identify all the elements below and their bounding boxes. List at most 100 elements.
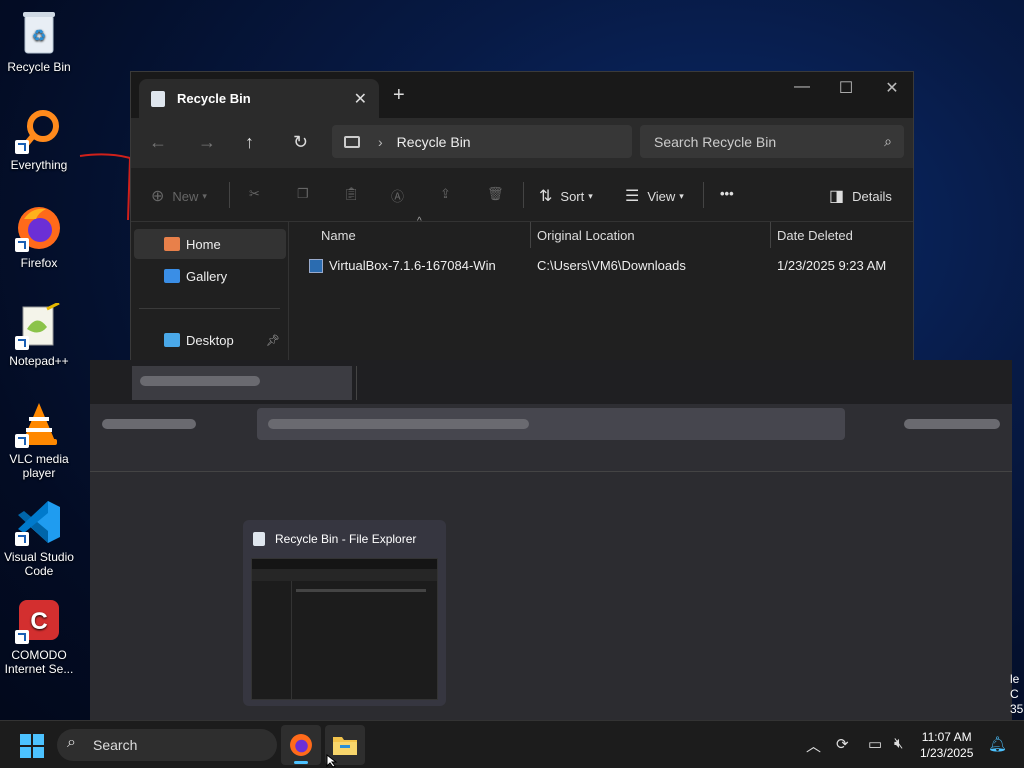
view-button[interactable]: ☰ View ▾ (625, 186, 684, 206)
view-icon: ☰ (625, 188, 640, 205)
file-original-location: C:\Users\VM6\Downloads (537, 258, 686, 273)
tab-recycle-bin[interactable]: Recycle Bin ✕ (139, 79, 379, 118)
firefox-icon (290, 734, 312, 756)
desktop-icon-label: Visual Studio Code (4, 550, 74, 578)
close-button[interactable]: ✕ (869, 78, 915, 98)
column-header-date-deleted[interactable]: Date Deleted (777, 228, 853, 243)
share-icon[interactable]: ⇪ (440, 186, 451, 202)
desktop-icon-firefox[interactable]: Firefox (0, 204, 78, 270)
desktop-icon-label: Notepad++ (9, 354, 69, 368)
file-name: VirtualBox-7.1.6-167084-Win (329, 258, 496, 273)
column-divider[interactable] (530, 222, 531, 248)
installer-file-icon (309, 259, 323, 273)
placeholder-bar (102, 419, 196, 429)
chevron-down-icon: ▾ (588, 190, 593, 201)
notepad-plus-plus-icon (15, 302, 63, 350)
pin-icon: 📌︎ (266, 334, 280, 347)
placeholder-body: Recycle Bin - File Explorer (90, 472, 1012, 720)
column-divider[interactable] (770, 222, 771, 248)
desktop-icon-label: Firefox (20, 256, 58, 270)
refresh-icon[interactable]: ↻ (293, 132, 308, 153)
taskbar-firefox[interactable] (281, 725, 321, 765)
desktop-icon-label: COMODO Internet Se... (4, 648, 74, 676)
new-button[interactable]: ⊕ New ▾ (151, 186, 207, 206)
copy-icon[interactable]: ❐ (297, 186, 309, 202)
search-icon: ⌕ (884, 133, 892, 149)
nav-item-gallery[interactable]: Gallery (134, 261, 286, 291)
details-button[interactable]: ◨ Details (829, 186, 892, 206)
thumbnail-preview (251, 558, 438, 700)
file-date-deleted: 1/23/2025 9:23 AM (777, 258, 887, 273)
close-tab-icon[interactable]: ✕ (354, 89, 367, 109)
desktop-icon-vscode[interactable]: Visual Studio Code (0, 498, 78, 578)
network-icon[interactable]: ▭ (868, 735, 882, 753)
window-preview-overlay: Recycle Bin - File Explorer (90, 360, 1012, 720)
notification-bell-icon[interactable]: 🔔︎ (988, 735, 1007, 753)
delete-icon[interactable]: 🗑︎ (487, 186, 504, 202)
chevron-right-icon: › (378, 133, 383, 150)
nav-label: Gallery (186, 268, 228, 284)
minimize-button[interactable]: — (779, 78, 825, 96)
mini-row (296, 589, 426, 592)
search-placeholder: Search Recycle Bin (654, 133, 777, 150)
recycle-bin-icon (151, 90, 165, 107)
shortcut-arrow-icon (15, 630, 29, 644)
content-area: Home Gallery Desktop 📌︎ Name ^ Original … (131, 216, 913, 370)
show-hidden-icons-chevron-icon[interactable]: ︿ (806, 735, 821, 756)
shortcut-arrow-icon (15, 532, 29, 546)
sort-caret-icon: ^ (417, 216, 422, 227)
paste-icon[interactable]: 📋︎ (343, 186, 360, 202)
home-icon (164, 237, 180, 251)
more-options-button[interactable]: ••• (720, 186, 734, 201)
search-input[interactable]: Search Recycle Bin ⌕ (640, 125, 904, 158)
running-indicator (294, 761, 308, 764)
desktop-icon-recycle-bin[interactable]: ♻ Recycle Bin (0, 8, 78, 74)
maximize-button[interactable]: ☐ (823, 78, 869, 98)
chevron-down-icon: ▾ (202, 190, 207, 201)
sort-button[interactable]: ⇅ Sort ▾ (539, 186, 593, 206)
navigation-pane: Home Gallery Desktop 📌︎ (131, 222, 289, 370)
windows-logo-icon (33, 747, 44, 758)
window-thumbnail[interactable]: Recycle Bin - File Explorer (243, 520, 446, 706)
everything-icon (15, 106, 63, 154)
new-tab-button[interactable]: + (393, 84, 405, 107)
taskbar: ⌕ Search ︿ ⟳ ▭ 🔇︎ 11:07 AM 1/23/2025 🔔︎ (0, 720, 1024, 768)
start-button[interactable] (20, 734, 44, 758)
column-header-original-location[interactable]: Original Location (537, 228, 635, 243)
address-field[interactable]: › Recycle Bin (332, 125, 632, 158)
sort-label: Sort (560, 188, 585, 204)
title-bar: Recycle Bin ✕ + — ☐ ✕ (131, 72, 913, 118)
desktop-icon-comodo[interactable]: C COMODO Internet Se... (0, 596, 78, 676)
breadcrumb: Recycle Bin (396, 133, 471, 150)
forward-arrow-icon[interactable]: → (198, 132, 216, 153)
nav-divider (139, 308, 280, 309)
desktop-icon-notepadpp[interactable]: Notepad++ (0, 302, 78, 368)
mini-titlebar (252, 559, 437, 569)
up-arrow-icon[interactable]: ↑ (245, 132, 254, 153)
placeholder-divider (356, 366, 357, 400)
nav-item-desktop[interactable]: Desktop 📌︎ (134, 325, 286, 355)
desktop-icon-label: VLC media player (9, 452, 69, 480)
view-label: View (647, 188, 676, 204)
system-clock[interactable]: 11:07 AM 1/23/2025 (920, 729, 973, 761)
recycle-bin-icon: ♻ (15, 8, 63, 56)
desktop-icon-everything[interactable]: Everything (0, 106, 78, 172)
shortcut-arrow-icon (15, 336, 29, 350)
back-arrow-icon[interactable]: ← (149, 132, 167, 153)
firefox-icon (15, 204, 63, 252)
desktop-icon-vlc[interactable]: VLC media player (0, 400, 78, 480)
nav-label: Desktop (186, 332, 234, 348)
file-explorer-window: Recycle Bin ✕ + — ☐ ✕ ← → ↑ ↻ › Recycle … (130, 71, 914, 371)
sync-status-icon[interactable]: ⟳ (836, 735, 849, 753)
column-header-name[interactable]: Name (321, 228, 356, 243)
details-pane-icon: ◨ (829, 188, 845, 205)
nav-item-home[interactable]: Home (134, 229, 286, 259)
cut-icon[interactable]: ✂ (249, 186, 260, 202)
mouse-cursor-icon (326, 754, 338, 768)
taskbar-search[interactable]: ⌕ Search (57, 729, 277, 761)
volume-muted-icon[interactable]: 🔇︎ (894, 735, 903, 752)
rename-icon[interactable]: Ⓐ (391, 186, 404, 205)
thumbnail-title-text: Recycle Bin - File Explorer (275, 532, 417, 546)
recycle-bin-icon (253, 532, 265, 546)
partial-desktop-text: C (1010, 687, 1019, 701)
